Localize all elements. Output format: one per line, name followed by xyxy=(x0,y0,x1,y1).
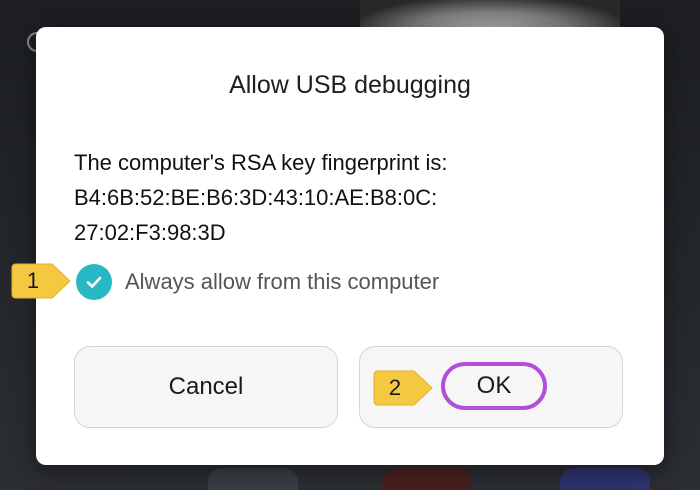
always-allow-label[interactable]: Always allow from this computer xyxy=(125,269,439,295)
step-2-number: 2 xyxy=(388,375,402,400)
ok-button-highlight[interactable]: OK xyxy=(441,362,547,410)
dialog-message: The computer's RSA key fingerprint is: B… xyxy=(74,145,447,250)
app-dock xyxy=(0,466,700,490)
check-icon xyxy=(86,276,102,288)
dock-app-icon xyxy=(382,468,472,490)
step-2-callout: 2 xyxy=(372,369,434,407)
dock-app-icon xyxy=(560,468,650,490)
step-1-number: 1 xyxy=(26,268,40,293)
always-allow-checkbox-row[interactable]: Always allow from this computer xyxy=(76,264,439,300)
fingerprint-intro-text: The computer's RSA key fingerprint is: xyxy=(74,150,448,175)
fingerprint-value-line-2: 27:02:F3:98:3D xyxy=(74,220,226,245)
step-1-callout: 1 xyxy=(10,262,72,300)
dock-app-icon xyxy=(208,468,298,490)
dialog-title: Allow USB debugging xyxy=(229,71,471,99)
cancel-button[interactable]: Cancel xyxy=(74,346,338,428)
device-screen: Allow USB debugging The computer's RSA k… xyxy=(0,0,700,490)
always-allow-checkbox[interactable] xyxy=(76,264,112,300)
fingerprint-value-line-1: B4:6B:52:BE:B6:3D:43:10:AE:B8:0C: xyxy=(74,185,438,210)
usb-debugging-dialog: Allow USB debugging The computer's RSA k… xyxy=(36,27,664,465)
